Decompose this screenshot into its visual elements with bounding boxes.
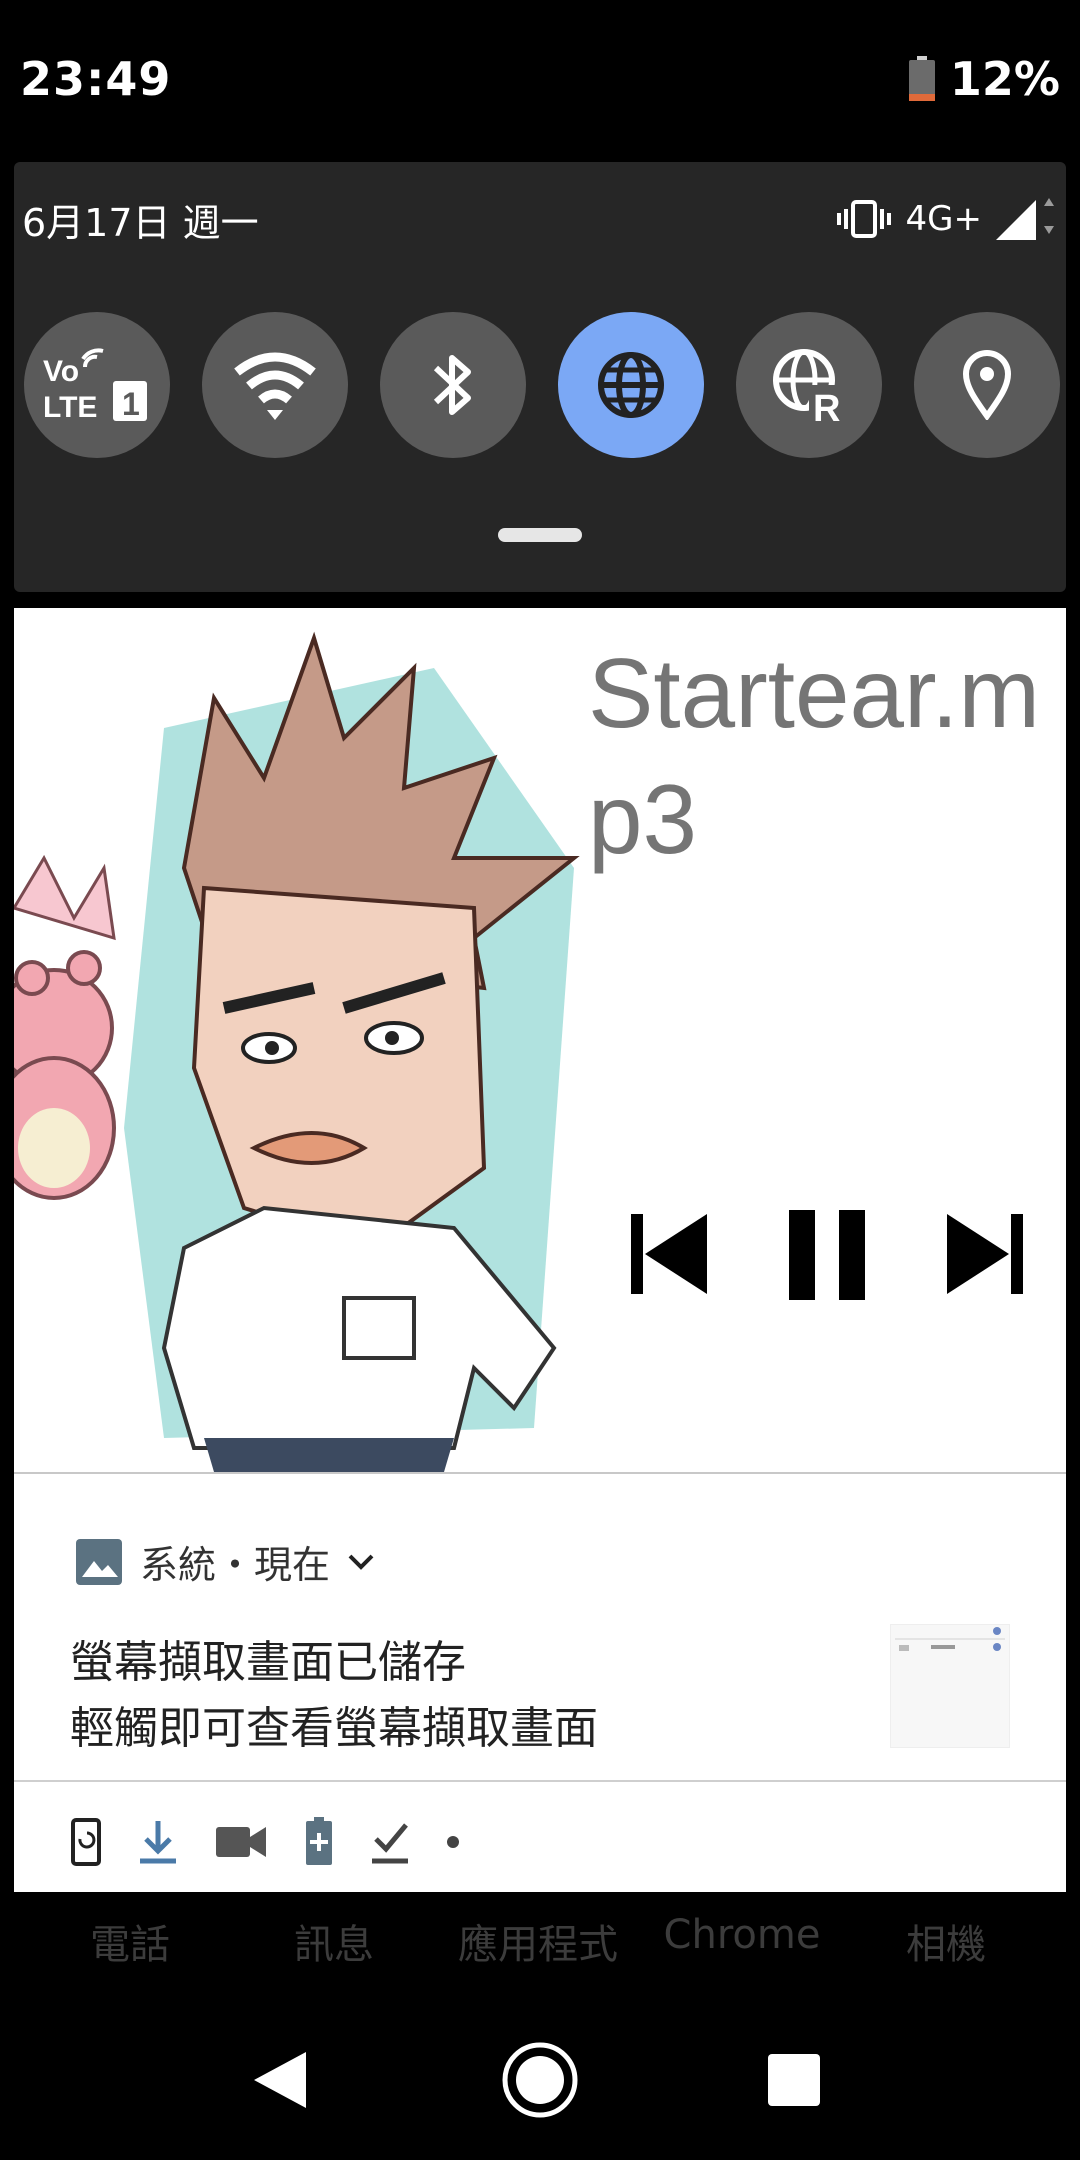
dot-icon (447, 1836, 459, 1848)
tile-location[interactable] (914, 312, 1060, 458)
tile-bluetooth[interactable] (380, 312, 526, 458)
bluetooth-icon (433, 355, 471, 415)
battery-percent: 12% (949, 52, 1060, 106)
notification-title: 螢幕擷取畫面已儲存 (70, 1637, 466, 1688)
media-notification[interactable]: Startear.mp3 (14, 608, 1066, 1472)
download-icon (140, 1821, 176, 1864)
svg-text:1: 1 (122, 386, 140, 422)
video-camera-icon (216, 1827, 266, 1857)
dock-label-chrome[interactable]: Chrome (642, 1912, 842, 1958)
check-download-icon (372, 1823, 408, 1864)
cell-signal-icon (996, 198, 1054, 240)
notification-header: 系統・現在 (74, 1534, 376, 1589)
thumbnail-preview (891, 1625, 1009, 1747)
quick-settings-panel: 6月17日 週一 4G+ Vo LTE 1 R (14, 162, 1066, 592)
recents-button[interactable] (754, 2040, 834, 2120)
volte-icon: Vo LTE 1 (43, 348, 147, 424)
qs-expand-handle[interactable] (498, 528, 582, 542)
battery-plus-icon (306, 1817, 332, 1865)
recents-icon (768, 2054, 820, 2106)
home-button[interactable] (500, 2040, 580, 2120)
notification-status-icons (70, 1814, 460, 1870)
quick-tiles: Vo LTE 1 R (24, 312, 1064, 458)
date-label[interactable]: 6月17日 週一 (22, 192, 259, 247)
network-type-label: 4G+ (905, 199, 982, 239)
pause-button[interactable] (782, 1208, 872, 1302)
svg-text:Vo: Vo (43, 355, 79, 388)
vibrate-icon (836, 200, 891, 238)
location-pin-icon (962, 350, 1012, 420)
globe-icon (598, 352, 664, 418)
track-title: Startear.mp3 (588, 638, 1041, 874)
home-dock-labels: 電話 訊息 應用程式 Chrome 相機 (0, 1912, 1080, 1972)
status-time: 23:49 (20, 52, 172, 106)
wifi-icon (234, 352, 316, 420)
album-art (14, 608, 588, 1472)
home-icon (502, 2042, 578, 2118)
dock-label-apps[interactable]: 應用程式 (438, 1912, 638, 1970)
navigation-bar (0, 2000, 1080, 2160)
dock-label-camera[interactable]: 相機 (846, 1912, 1046, 1970)
notification-divider (14, 1780, 1066, 1782)
previous-icon (631, 1214, 707, 1294)
image-icon (76, 1538, 122, 1585)
dock-label-messages[interactable]: 訊息 (234, 1912, 434, 1970)
back-icon (254, 2052, 306, 2108)
tile-mobile-data[interactable] (558, 312, 704, 458)
notification-app-label: 系統・現在 (140, 1543, 331, 1587)
dock-label-phone[interactable]: 電話 (30, 1912, 230, 1970)
battery-indicator: 12% (908, 52, 1060, 106)
chevron-down-icon[interactable] (346, 1552, 376, 1572)
battery-icon (908, 56, 935, 101)
notification-text: 輕觸即可查看螢幕擷取畫面 (70, 1703, 598, 1754)
screenshot-thumbnail[interactable] (890, 1624, 1010, 1748)
next-button[interactable] (940, 1212, 1030, 1296)
tile-wifi[interactable] (202, 312, 348, 458)
signal-indicators: 4G+ (836, 196, 1058, 242)
back-button[interactable] (240, 2040, 320, 2120)
album-art-illustration (14, 608, 588, 1472)
tile-volte[interactable]: Vo LTE 1 (24, 312, 170, 458)
screenshot-notification[interactable]: 系統・現在 螢幕擷取畫面已儲存 輕觸即可查看螢幕擷取畫面 (14, 1472, 1066, 1892)
tile-roaming[interactable]: R (736, 312, 882, 458)
status-bar: 23:49 12% (0, 0, 1080, 160)
next-icon (947, 1214, 1023, 1294)
svg-text:LTE: LTE (43, 391, 97, 424)
svg-text:R: R (813, 388, 840, 423)
previous-button[interactable] (624, 1212, 714, 1296)
pause-icon (789, 1210, 865, 1300)
phone-rotate-icon (71, 1818, 101, 1866)
globe-roaming-icon: R (773, 349, 847, 423)
